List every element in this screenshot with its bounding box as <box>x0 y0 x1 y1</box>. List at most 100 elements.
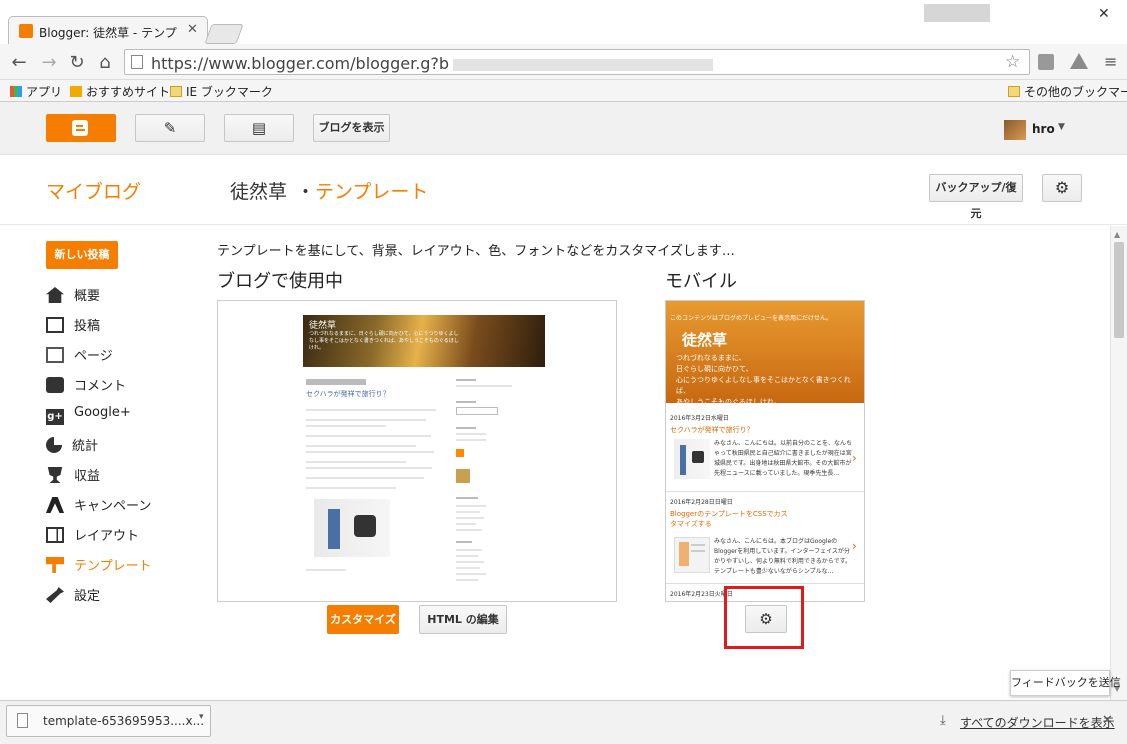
chevron-right-icon: › <box>852 539 857 553</box>
address-bar[interactable]: https://www.blogger.com/blogger.g?b ☆ <box>124 49 1030 75</box>
sidebar-item-label: Google+ <box>74 405 131 420</box>
sidebar-item-template[interactable]: テンプレート <box>46 555 152 579</box>
feedback-button[interactable]: フィードバックを送信 <box>1010 670 1121 696</box>
preview-header-image: 徒然草 つれづれなるままに、日ぐらし硯に向かひて、心にうつりゆくよしなし事をそこ… <box>303 315 545 367</box>
new-post-button[interactable]: 新しい投稿 <box>46 241 118 269</box>
close-tab-icon[interactable]: ✕ <box>187 22 198 37</box>
browser-tab-bar: Blogger: 徒然草 - テンプレー ✕ ✕ <box>0 0 1127 44</box>
bookmark-other[interactable]: その他のブックマーク <box>1008 83 1127 100</box>
mobile-post-title: BloggerのテンプレートをCSSでカスタマイズする <box>670 510 788 528</box>
sidebar-item-label: レイアウト <box>74 529 140 544</box>
edit-html-button[interactable]: HTML の編集 <box>419 605 507 634</box>
sidebar-item-overview[interactable]: 概要 <box>46 285 100 309</box>
bing-icon <box>70 86 82 97</box>
chevron-down-icon[interactable]: ▾ <box>199 712 204 722</box>
documents-icon: ▤ <box>251 119 267 137</box>
reload-icon[interactable]: ↻ <box>66 52 88 73</box>
sidebar-item-label: 統計 <box>72 439 99 454</box>
bookmark-recommended-label: おすすめサイト <box>86 85 171 99</box>
back-icon[interactable]: ← <box>8 52 30 73</box>
preview-post-column: セクハラが発祥で旅行り？ <box>306 379 446 599</box>
blogger-logo-icon <box>72 120 88 136</box>
preview-sidebar-column <box>456 379 516 599</box>
bookmark-apps[interactable]: アプリ <box>10 83 62 100</box>
sidebar-item-layout[interactable]: レイアウト <box>46 525 139 549</box>
menu-icon[interactable]: ≡ <box>1104 52 1117 71</box>
sidebar-item-stats[interactable]: 統計 <box>46 435 98 459</box>
chevron-down-icon[interactable]: ▼ <box>1058 122 1065 132</box>
bookmark-recommended[interactable]: おすすめサイト <box>70 83 170 100</box>
breadcrumb-separator: ・ <box>296 181 316 203</box>
sidebar-item-label: 投稿 <box>74 319 101 334</box>
sidebar-item-settings[interactable]: 設定 <box>46 585 100 609</box>
mobile-post-thumbnail <box>674 439 710 479</box>
sidebar-item-label: キャンペーン <box>74 499 152 514</box>
profile-badge[interactable] <box>924 4 990 22</box>
scroll-up-icon[interactable]: ▲ <box>1114 230 1120 239</box>
mobile-post-date: 2016年3月2日水曜日 <box>670 415 729 422</box>
sidebar-item-google-plus[interactable]: g+ Google+ <box>46 405 131 429</box>
posts-list-button[interactable]: ▤ <box>224 114 294 142</box>
backup-restore-button[interactable]: バックアップ/復元 <box>929 174 1023 220</box>
url-blurred-region <box>453 58 714 71</box>
wrench-icon <box>46 587 64 603</box>
pie-chart-icon <box>46 437 62 453</box>
campaign-icon <box>46 497 64 513</box>
download-filename: template-653695953....x... <box>43 714 205 728</box>
browser-tab[interactable]: Blogger: 徒然草 - テンプレー ✕ <box>8 16 208 44</box>
tab-title: Blogger: 徒然草 - テンプレー <box>39 26 179 40</box>
bookmark-other-label: その他のブックマーク <box>1024 85 1127 99</box>
avatar[interactable] <box>1004 120 1026 140</box>
blogger-header: ✎ ▤ ブログを表示 hro ▼ <box>0 102 1127 155</box>
customize-button[interactable]: カスタマイズ <box>327 605 399 634</box>
mobile-preview-tagline: つれづれなるままに、 日ぐらし硯に向かひて、 心にうつりゆくよしなし事をそこはか… <box>676 354 851 406</box>
blogger-favicon-icon <box>19 24 33 38</box>
sidebar-item-label: ページ <box>74 349 113 364</box>
file-icon <box>17 713 28 728</box>
bookmark-star-icon[interactable]: ☆ <box>1005 52 1020 72</box>
trophy-icon <box>47 467 63 483</box>
sidebar-item-comments[interactable]: コメント <box>46 375 126 399</box>
home-icon <box>46 287 64 303</box>
bookmark-ie[interactable]: IE ブックマーク <box>170 83 273 100</box>
scroll-thumb[interactable] <box>1114 242 1124 338</box>
show-all-downloads-link[interactable]: すべてのダウンロードを表示 <box>960 714 1115 731</box>
sidebar-item-campaigns[interactable]: キャンペーン <box>46 495 151 519</box>
highlight-box <box>724 586 804 649</box>
sidebar-item-pages[interactable]: ページ <box>46 345 113 369</box>
forward-icon[interactable]: → <box>38 52 60 73</box>
url-text: https://www.blogger.com/blogger.g?b <box>151 54 714 73</box>
new-post-pencil-button[interactable]: ✎ <box>135 114 205 142</box>
sidebar-item-label: 収益 <box>74 469 101 484</box>
settings-button[interactable]: ⚙ <box>1042 174 1082 202</box>
view-blog-button[interactable]: ブログを表示 <box>313 114 390 142</box>
new-tab-button[interactable] <box>204 24 244 44</box>
desktop-template-preview[interactable]: 徒然草 つれづれなるままに、日ぐらし硯に向かひて、心にうつりゆくよしなし事をそこ… <box>217 300 617 602</box>
page-scrollbar[interactable]: ▲ ▼ <box>1110 226 1127 700</box>
extension-icon[interactable] <box>1038 54 1054 70</box>
drive-icon[interactable] <box>1070 53 1088 69</box>
user-name[interactable]: hro <box>1032 122 1055 136</box>
mobile-preview-title: 徒然草 <box>682 331 728 349</box>
folder-icon <box>170 86 182 97</box>
browser-toolbar: ← → ↻ ⌂ https://www.blogger.com/blogger.… <box>0 44 1127 80</box>
pencil-icon: ✎ <box>163 119 177 137</box>
mobile-post-excerpt: みなさん、こんにちは。本ブログはGoogleのBloggerを利用しています。イ… <box>714 538 851 575</box>
posts-icon <box>46 317 64 333</box>
sidebar-item-earnings[interactable]: 収益 <box>46 465 100 489</box>
home-icon[interactable]: ⌂ <box>94 52 116 73</box>
close-download-bar-icon[interactable]: ✕ <box>1102 713 1113 728</box>
mobile-heading: モバイル <box>665 271 737 292</box>
blog-name: 徒然草 <box>230 181 288 203</box>
comment-icon <box>46 377 64 393</box>
download-arrow-icon: ⤓ <box>940 713 946 728</box>
window-close-icon[interactable]: ✕ <box>1098 6 1110 22</box>
in-use-heading: ブログで使用中 <box>217 271 343 292</box>
blogger-logo-button[interactable] <box>46 114 116 142</box>
sidebar-item-posts[interactable]: 投稿 <box>46 315 100 339</box>
my-blogs-link[interactable]: マイブログ <box>46 177 141 204</box>
download-item[interactable]: template-653695953....x... ▾ <box>6 705 211 737</box>
pages-icon <box>46 347 64 363</box>
page-title: テンプレート <box>315 181 429 203</box>
mobile-template-preview[interactable]: このコンテンツはブログのプレビューを表示用にだけせん。 徒然草 つれづれなるまま… <box>665 300 865 602</box>
